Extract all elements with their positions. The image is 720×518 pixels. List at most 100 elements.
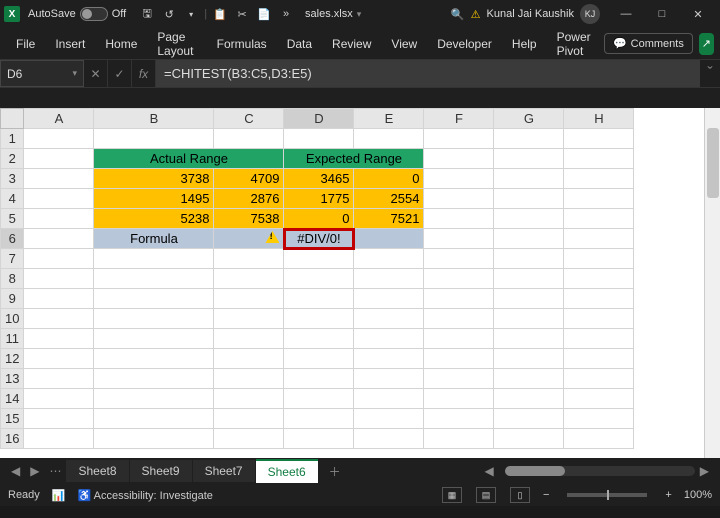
cell-D6[interactable]: #DIV/0! bbox=[284, 229, 354, 249]
cell-D4[interactable]: 1775 bbox=[284, 189, 354, 209]
col-H[interactable]: H bbox=[564, 109, 634, 129]
error-warning-icon[interactable] bbox=[265, 231, 279, 243]
name-box[interactable]: D6 ▾ bbox=[0, 60, 84, 87]
row-10[interactable]: 10 bbox=[1, 309, 24, 329]
page-layout-view-button[interactable]: ▤ bbox=[476, 487, 496, 503]
select-all-corner[interactable] bbox=[1, 109, 24, 129]
row-15[interactable]: 15 bbox=[1, 409, 24, 429]
cell-C4[interactable]: 2876 bbox=[214, 189, 284, 209]
cell-E5[interactable]: 7521 bbox=[354, 209, 424, 229]
cell-E3[interactable]: 0 bbox=[354, 169, 424, 189]
cancel-formula-icon[interactable]: ✕ bbox=[84, 60, 108, 87]
tab-page-layout[interactable]: Page Layout bbox=[147, 24, 206, 64]
col-B[interactable]: B bbox=[94, 109, 214, 129]
add-sheet-button[interactable]: ＋ bbox=[319, 463, 351, 480]
cell-B6[interactable]: Formula bbox=[94, 229, 214, 249]
cell-C6[interactable] bbox=[214, 229, 284, 249]
expand-formula-bar-icon[interactable]: ˇ bbox=[700, 60, 720, 87]
row-1[interactable]: 1 bbox=[1, 129, 24, 149]
row-14[interactable]: 14 bbox=[1, 389, 24, 409]
cell-C5[interactable]: 7538 bbox=[214, 209, 284, 229]
tab-insert[interactable]: Insert bbox=[45, 31, 95, 57]
page-break-view-button[interactable]: ▯ bbox=[510, 487, 530, 503]
comments-button[interactable]: 💬 Comments bbox=[604, 33, 693, 54]
tab-help[interactable]: Help bbox=[502, 31, 547, 57]
minimize-button[interactable]: — bbox=[608, 0, 644, 28]
cell-E6[interactable] bbox=[354, 229, 424, 249]
formula-input[interactable] bbox=[156, 60, 700, 87]
col-D[interactable]: D bbox=[284, 109, 354, 129]
zoom-out-button[interactable]: − bbox=[543, 489, 549, 501]
tab-nav-more-icon[interactable]: ⋯ bbox=[44, 464, 66, 478]
tab-home[interactable]: Home bbox=[95, 31, 147, 57]
sheet-tab-sheet6[interactable]: Sheet6 bbox=[256, 459, 318, 483]
undo-icon[interactable]: ↺ bbox=[161, 6, 177, 22]
tab-nav-next-icon[interactable]: ▶ bbox=[25, 464, 44, 478]
vertical-scrollbar[interactable] bbox=[704, 108, 720, 458]
maximize-button[interactable]: □ bbox=[644, 0, 680, 28]
header-expected[interactable]: Expected Range bbox=[284, 149, 424, 169]
cell-B5[interactable]: 5238 bbox=[94, 209, 214, 229]
col-G[interactable]: G bbox=[494, 109, 564, 129]
horizontal-scrollbar[interactable] bbox=[505, 466, 695, 476]
save-icon[interactable]: 🖫 bbox=[139, 6, 155, 22]
sheet-tab-sheet8[interactable]: Sheet8 bbox=[66, 460, 128, 482]
cell-C3[interactable]: 4709 bbox=[214, 169, 284, 189]
row-9[interactable]: 9 bbox=[1, 289, 24, 309]
user-account[interactable]: ⚠ Kunal Jai Kaushik KJ bbox=[471, 4, 600, 24]
redo-dropdown-icon[interactable]: ▾ bbox=[183, 6, 199, 22]
sheet-tab-sheet7[interactable]: Sheet7 bbox=[193, 460, 255, 482]
search-icon[interactable]: 🔍 bbox=[448, 6, 468, 22]
copy-icon[interactable]: 📄 bbox=[256, 6, 272, 22]
row-6[interactable]: 6 bbox=[1, 229, 24, 249]
horizontal-scroll-thumb[interactable] bbox=[505, 466, 565, 476]
row-13[interactable]: 13 bbox=[1, 369, 24, 389]
tab-nav-prev-icon[interactable]: ◀ bbox=[6, 464, 25, 478]
cell-E4[interactable]: 2554 bbox=[354, 189, 424, 209]
fx-icon[interactable]: fx bbox=[132, 60, 156, 87]
more-qat-icon[interactable]: » bbox=[278, 6, 294, 22]
zoom-in-button[interactable]: + bbox=[665, 489, 671, 501]
row-7[interactable]: 7 bbox=[1, 249, 24, 269]
col-C[interactable]: C bbox=[214, 109, 284, 129]
cell-B3[interactable]: 3738 bbox=[94, 169, 214, 189]
cell-B4[interactable]: 1495 bbox=[94, 189, 214, 209]
stats-icon[interactable]: 📊 bbox=[52, 489, 66, 502]
close-button[interactable]: ✕ bbox=[680, 0, 716, 28]
hscroll-left-icon[interactable]: ◀ bbox=[480, 464, 499, 478]
tab-formulas[interactable]: Formulas bbox=[207, 31, 277, 57]
vertical-scroll-thumb[interactable] bbox=[707, 128, 719, 198]
col-A[interactable]: A bbox=[24, 109, 94, 129]
col-F[interactable]: F bbox=[424, 109, 494, 129]
tab-developer[interactable]: Developer bbox=[427, 31, 502, 57]
row-8[interactable]: 8 bbox=[1, 269, 24, 289]
cell-D5[interactable]: 0 bbox=[284, 209, 354, 229]
normal-view-button[interactable]: ▦ bbox=[442, 487, 462, 503]
namebox-dropdown-icon[interactable]: ▾ bbox=[72, 68, 77, 79]
row-11[interactable]: 11 bbox=[1, 329, 24, 349]
tab-view[interactable]: View bbox=[381, 31, 427, 57]
cut-icon[interactable]: ✂ bbox=[234, 6, 250, 22]
accessibility-status[interactable]: ♿ Accessibility: Investigate bbox=[78, 489, 213, 502]
row-16[interactable]: 16 bbox=[1, 429, 24, 449]
tab-data[interactable]: Data bbox=[277, 31, 322, 57]
row-12[interactable]: 12 bbox=[1, 349, 24, 369]
row-4[interactable]: 4 bbox=[1, 189, 24, 209]
filename-dropdown-icon[interactable]: ▾ bbox=[357, 9, 362, 20]
paste-icon[interactable]: 📋 bbox=[212, 6, 228, 22]
tab-file[interactable]: File bbox=[6, 31, 45, 57]
autosave-toggle[interactable]: AutoSave Off bbox=[28, 7, 126, 21]
row-3[interactable]: 3 bbox=[1, 169, 24, 189]
accept-formula-icon[interactable]: ✓ bbox=[108, 60, 132, 87]
sheet-tab-sheet9[interactable]: Sheet9 bbox=[130, 460, 192, 482]
tab-power-pivot[interactable]: Power Pivot bbox=[547, 24, 604, 64]
zoom-slider[interactable] bbox=[567, 493, 647, 497]
row-2[interactable]: 2 bbox=[1, 149, 24, 169]
tab-review[interactable]: Review bbox=[322, 31, 381, 57]
header-actual[interactable]: Actual Range bbox=[94, 149, 284, 169]
cell-D3[interactable]: 3465 bbox=[284, 169, 354, 189]
filename-area[interactable]: sales.xlsx ▾ bbox=[305, 8, 361, 20]
toggle-switch[interactable] bbox=[80, 7, 108, 21]
col-E[interactable]: E bbox=[354, 109, 424, 129]
worksheet-area[interactable]: A B C D E F G H 1 2 Actual Range Expecte… bbox=[0, 108, 720, 458]
